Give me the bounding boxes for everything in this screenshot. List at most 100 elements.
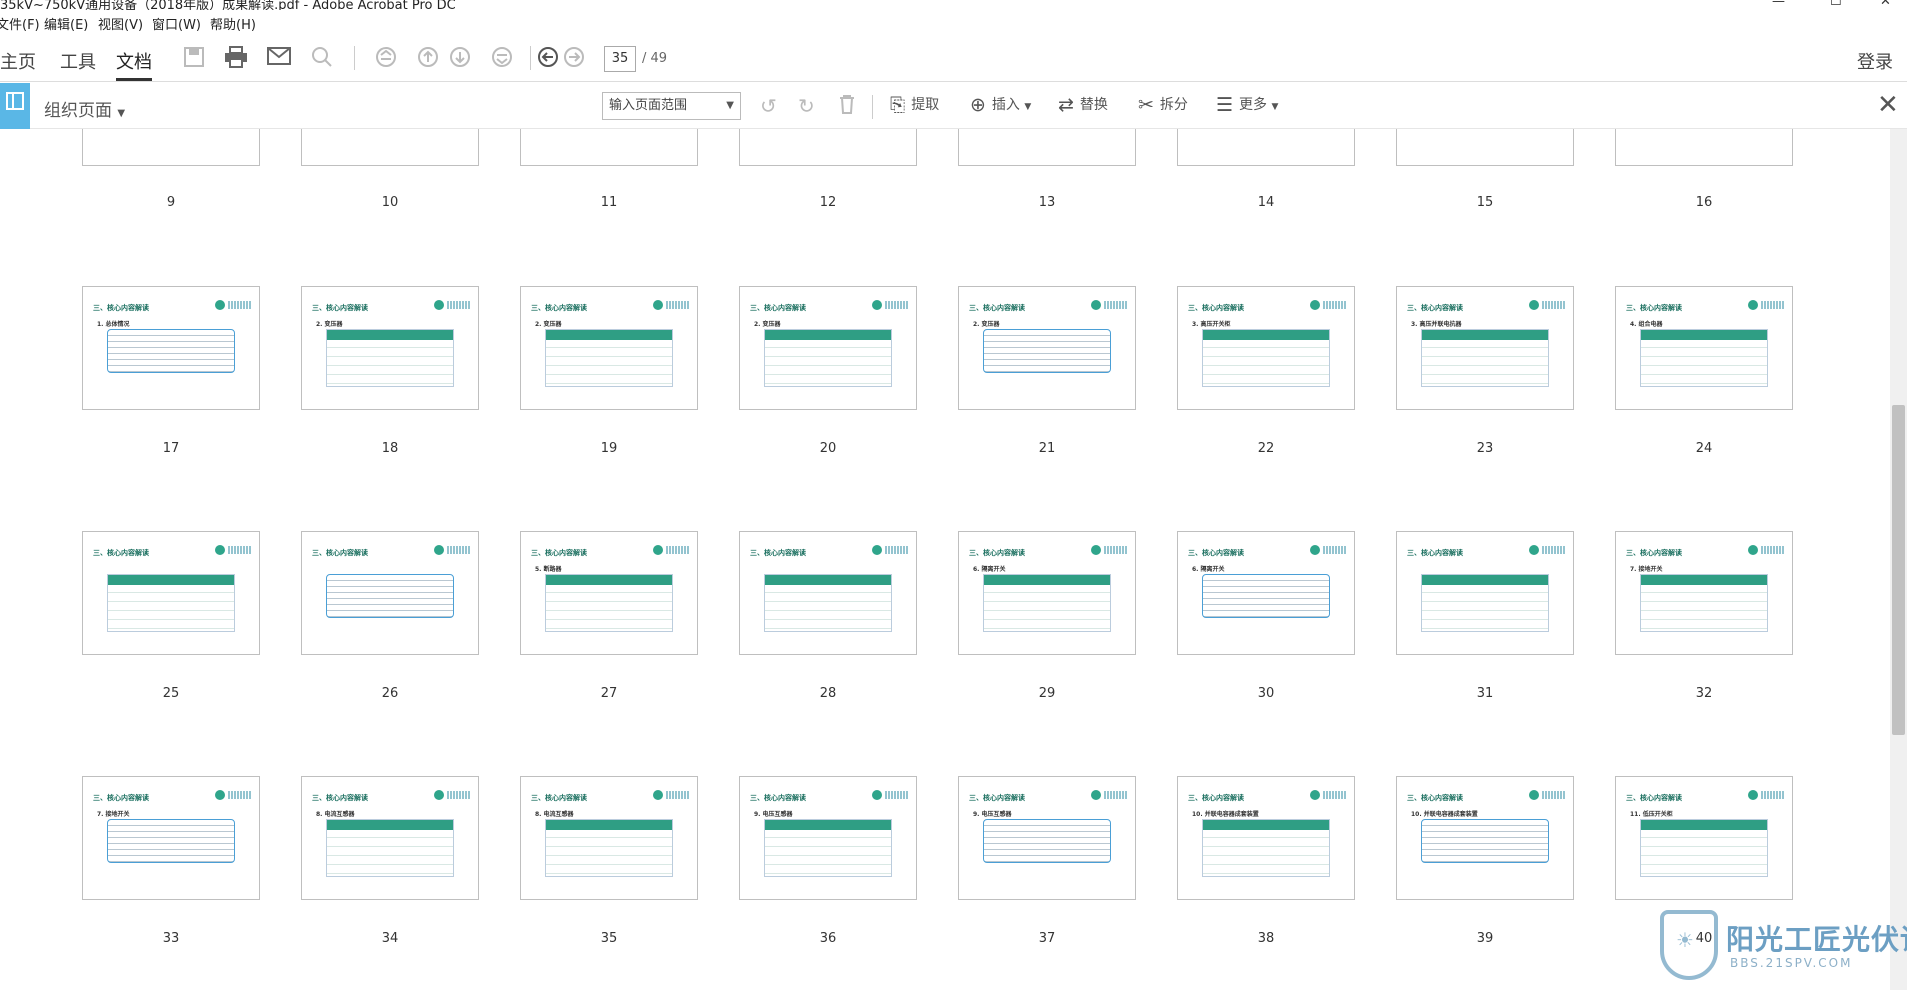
tab-home[interactable]: 主页: [0, 48, 36, 74]
page-thumbnail[interactable]: 三、核心内容解读 2. 变压器: [301, 286, 479, 410]
page-thumbnail[interactable]: 三、核心内容解读 1. 总体情况: [82, 286, 260, 410]
toolbar-divider: [872, 95, 873, 119]
watermark-url: BBS.21SPV.COM: [1730, 956, 1853, 970]
minimize-icon[interactable]: —: [1772, 0, 1785, 9]
next-page-icon[interactable]: [448, 46, 472, 70]
menu-edit[interactable]: 编辑(E): [44, 14, 88, 33]
page-thumbnail[interactable]: 三、核心内容解读 6. 隔离开关: [958, 531, 1136, 655]
page-number-label: 29: [1038, 686, 1056, 701]
page-thumbnail[interactable]: 三、核心内容解读 5. 断路器: [520, 531, 698, 655]
page-thumbnail-partial[interactable]: [520, 129, 698, 166]
prev-page-icon[interactable]: [416, 46, 440, 70]
slide-header: 三、核心内容解读: [969, 549, 1025, 557]
page-thumbnail-partial[interactable]: [958, 129, 1136, 166]
page-thumbnail[interactable]: 三、核心内容解读 9. 电压互感器: [958, 776, 1136, 900]
slide-table-header: [1203, 820, 1329, 830]
slide-table-header: [765, 820, 891, 830]
insert-button[interactable]: ⊕ 插入 ▼: [970, 94, 1031, 118]
page-thumbnail[interactable]: 三、核心内容解读 6. 隔离开关: [1177, 531, 1355, 655]
logo-text-graphic: [1542, 791, 1566, 799]
slide-header: 三、核心内容解读: [312, 304, 368, 312]
slide-table: [1421, 329, 1549, 387]
menu-view[interactable]: 视图(V): [98, 14, 143, 33]
print-icon[interactable]: [224, 46, 248, 70]
slide-subtitle: 2. 变压器: [316, 321, 343, 328]
page-thumbnail[interactable]: 三、核心内容解读: [82, 531, 260, 655]
slide-table: [1202, 329, 1330, 387]
menu-window[interactable]: 窗口(W): [152, 14, 201, 33]
page-number-label: 18: [381, 441, 399, 456]
tab-document[interactable]: 文档: [116, 48, 152, 74]
page-thumbnail[interactable]: 三、核心内容解读 10. 并联电容器成套装置: [1177, 776, 1355, 900]
chevron-down-icon: ▼: [1271, 102, 1279, 112]
slide-subtitle: 11. 低压开关柜: [1630, 811, 1673, 818]
logo-text-graphic: [666, 301, 690, 309]
page-thumbnail-partial[interactable]: [1177, 129, 1355, 166]
logo-text-graphic: [447, 301, 471, 309]
company-logo-icon: [1748, 790, 1758, 800]
slide-table: [764, 329, 892, 387]
page-thumbnail[interactable]: 三、核心内容解读: [739, 531, 917, 655]
page-thumbnail[interactable]: 三、核心内容解读 7. 接地开关: [1615, 531, 1793, 655]
main-toolbar: 主页 工具 文档 35 / 49 登录: [0, 34, 1907, 82]
page-number-label: 38: [1257, 931, 1275, 946]
rotate-left-icon[interactable]: ↺: [760, 94, 777, 118]
logo-text-graphic: [228, 791, 252, 799]
extract-button[interactable]: ⎘ 提取: [890, 94, 939, 118]
search-icon[interactable]: [310, 46, 334, 70]
close-icon[interactable]: ✕: [1877, 90, 1899, 120]
page-thumbnail-partial[interactable]: [1615, 129, 1793, 166]
save-icon[interactable]: [182, 46, 206, 70]
page-thumbnail[interactable]: 三、核心内容解读 2. 变压器: [739, 286, 917, 410]
page-number-input[interactable]: 35: [604, 46, 636, 72]
replace-button[interactable]: ⇄ 替换: [1058, 94, 1108, 118]
back-icon[interactable]: [536, 46, 560, 70]
email-icon[interactable]: [267, 46, 291, 70]
page-thumbnail[interactable]: 三、核心内容解读 11. 低压开关柜: [1615, 776, 1793, 900]
slide-subtitle: 10. 并联电容器成套装置: [1411, 811, 1478, 818]
first-page-icon[interactable]: [374, 46, 398, 70]
menu-bar: 文件(F) 编辑(E) 视图(V) 窗口(W) 帮助(H): [0, 10, 1907, 34]
organize-pages-icon[interactable]: [0, 83, 30, 129]
toolbar-divider: [354, 46, 355, 70]
page-thumbnail-partial[interactable]: [739, 129, 917, 166]
close-window-icon[interactable]: ✕: [1880, 0, 1891, 9]
split-button[interactable]: ✂ 拆分: [1138, 94, 1188, 118]
scrollbar-thumb[interactable]: [1892, 405, 1905, 735]
maximize-icon[interactable]: ☐: [1830, 0, 1842, 9]
page-number-label: 22: [1257, 441, 1275, 456]
page-thumbnail[interactable]: 三、核心内容解读 3. 高压开关柜: [1177, 286, 1355, 410]
page-number-label: 11: [600, 195, 618, 210]
slide-text-box: [983, 329, 1111, 373]
page-thumbnail[interactable]: 三、核心内容解读 2. 变压器: [958, 286, 1136, 410]
tab-tools[interactable]: 工具: [60, 48, 96, 74]
page-thumbnail[interactable]: 三、核心内容解读 10. 并联电容器成套装置: [1396, 776, 1574, 900]
active-tab-indicator: [116, 78, 152, 81]
slide-header: 三、核心内容解读: [750, 794, 806, 802]
scissors-icon: ✂: [1138, 94, 1154, 116]
more-button[interactable]: ☰ 更多 ▼: [1216, 94, 1278, 118]
page-thumbnail-partial[interactable]: [1396, 129, 1574, 166]
forward-icon[interactable]: [562, 46, 586, 70]
menu-file[interactable]: 文件(F): [0, 14, 40, 33]
page-thumbnail[interactable]: 三、核心内容解读: [301, 531, 479, 655]
page-thumbnail[interactable]: 三、核心内容解读 7. 接地开关: [82, 776, 260, 900]
last-page-icon[interactable]: [490, 46, 514, 70]
menu-help[interactable]: 帮助(H): [210, 14, 256, 33]
login-button[interactable]: 登录: [1857, 48, 1893, 74]
page-thumbnail[interactable]: 三、核心内容解读 2. 变压器: [520, 286, 698, 410]
page-thumbnail[interactable]: 三、核心内容解读 8. 电流互感器: [301, 776, 479, 900]
rotate-right-icon[interactable]: ↻: [798, 94, 815, 118]
slide-table: [545, 819, 673, 877]
page-thumbnail[interactable]: 三、核心内容解读 3. 高压并联电抗器: [1396, 286, 1574, 410]
page-thumbnail-partial[interactable]: [301, 129, 479, 166]
page-thumbnail[interactable]: 三、核心内容解读: [1396, 531, 1574, 655]
organize-pages-menu[interactable]: 组织页面 ▼: [44, 96, 125, 121]
page-range-select[interactable]: 输入页面范围 ▼: [602, 92, 741, 120]
page-thumbnail[interactable]: 三、核心内容解读 8. 电流互感器: [520, 776, 698, 900]
page-thumbnail-partial[interactable]: [82, 129, 260, 166]
delete-icon[interactable]: [838, 94, 856, 119]
slide-table-header: [1641, 575, 1767, 585]
page-thumbnail[interactable]: 三、核心内容解读 9. 电压互感器: [739, 776, 917, 900]
page-thumbnail[interactable]: 三、核心内容解读 4. 组合电器: [1615, 286, 1793, 410]
